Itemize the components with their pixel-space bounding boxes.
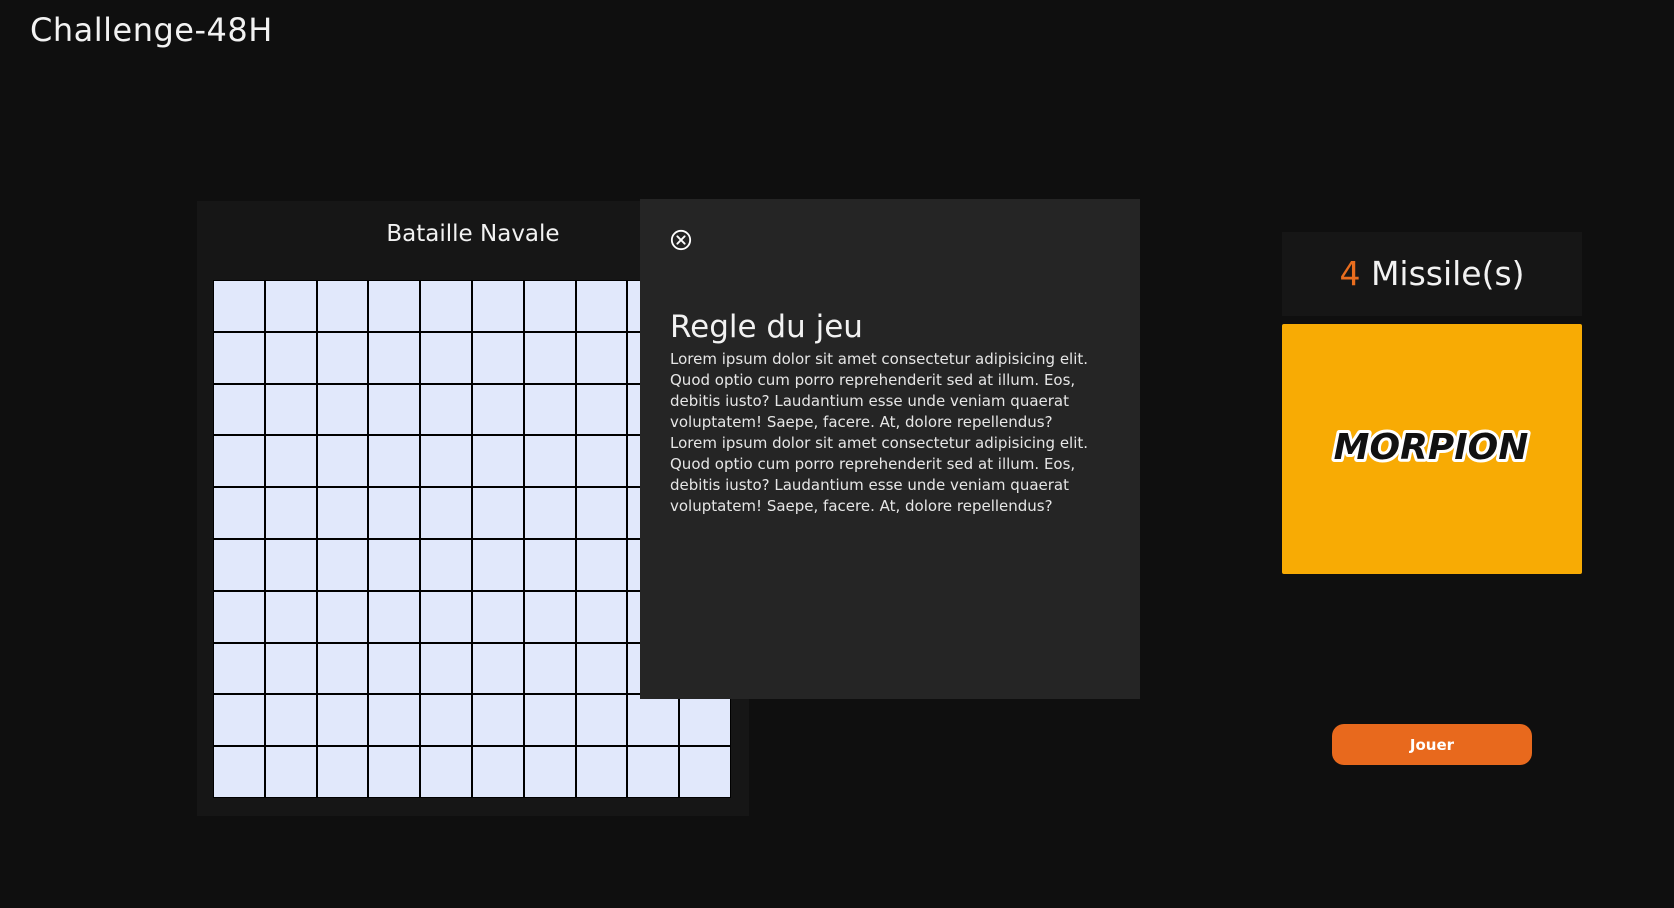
board-cell[interactable] xyxy=(317,436,368,487)
board-cell[interactable] xyxy=(214,591,264,642)
missiles-label: Missile(s) xyxy=(1370,254,1525,293)
board-cell[interactable] xyxy=(472,747,523,797)
board-cell[interactable] xyxy=(472,539,523,590)
board-cell[interactable] xyxy=(421,591,471,642)
board-cell[interactable] xyxy=(317,384,368,435)
board-cell[interactable] xyxy=(524,436,575,487)
board-cell[interactable] xyxy=(214,643,264,694)
board-cell[interactable] xyxy=(214,695,264,746)
board-cell[interactable] xyxy=(524,281,575,331)
board-cell[interactable] xyxy=(576,591,627,642)
board-cell[interactable] xyxy=(369,384,420,435)
board-cell[interactable] xyxy=(421,332,471,383)
board-cell[interactable] xyxy=(576,695,627,746)
rules-title: Regle du jeu xyxy=(670,309,863,345)
board-cell[interactable] xyxy=(472,643,523,694)
board-cell[interactable] xyxy=(472,488,523,538)
board-cell[interactable] xyxy=(421,281,471,331)
morpion-game-card[interactable]: MORPION MORPION xyxy=(1282,324,1582,574)
board-cell[interactable] xyxy=(265,384,316,435)
board-cell[interactable] xyxy=(214,539,264,590)
board-cell[interactable] xyxy=(472,332,523,383)
play-button[interactable]: Jouer xyxy=(1332,724,1532,765)
board-cell[interactable] xyxy=(317,643,368,694)
board-cell[interactable] xyxy=(524,488,575,538)
board-cell[interactable] xyxy=(421,436,471,487)
missiles-count: 4 xyxy=(1339,254,1361,293)
board-cell[interactable] xyxy=(472,695,523,746)
board-cell[interactable] xyxy=(214,384,264,435)
board-cell[interactable] xyxy=(317,539,368,590)
board-cell[interactable] xyxy=(265,643,316,694)
board-cell[interactable] xyxy=(369,643,420,694)
board-cell[interactable] xyxy=(576,436,627,487)
missiles-counter: 4 Missile(s) xyxy=(1282,232,1582,316)
board-cell[interactable] xyxy=(265,332,316,383)
board-cell[interactable] xyxy=(576,747,627,797)
board-cell[interactable] xyxy=(421,747,471,797)
board-cell[interactable] xyxy=(317,488,368,538)
board-cell[interactable] xyxy=(214,488,264,538)
board-cell[interactable] xyxy=(265,488,316,538)
board-cell[interactable] xyxy=(576,332,627,383)
board-cell[interactable] xyxy=(524,539,575,590)
board-cell[interactable] xyxy=(265,695,316,746)
board-cell[interactable] xyxy=(472,281,523,331)
board-cell[interactable] xyxy=(265,436,316,487)
board-cell[interactable] xyxy=(369,539,420,590)
board-cell[interactable] xyxy=(524,384,575,435)
rules-text: Lorem ipsum dolor sit amet consectetur a… xyxy=(670,349,1120,517)
board-cell[interactable] xyxy=(317,332,368,383)
board-cell[interactable] xyxy=(265,747,316,797)
board-cell[interactable] xyxy=(524,591,575,642)
board-cell[interactable] xyxy=(524,643,575,694)
board-cell[interactable] xyxy=(472,591,523,642)
board-cell[interactable] xyxy=(628,747,679,797)
rules-modal: Regle du jeu Lorem ipsum dolor sit amet … xyxy=(640,199,1140,699)
board-cell[interactable] xyxy=(265,281,316,331)
board-cell[interactable] xyxy=(369,695,420,746)
board-cell[interactable] xyxy=(421,488,471,538)
board-cell[interactable] xyxy=(576,281,627,331)
board-cell[interactable] xyxy=(472,436,523,487)
board-cell[interactable] xyxy=(369,281,420,331)
board-cell[interactable] xyxy=(265,591,316,642)
board-cell[interactable] xyxy=(214,747,264,797)
rules-paragraph: Lorem ipsum dolor sit amet consectetur a… xyxy=(670,434,1089,515)
board-cell[interactable] xyxy=(214,436,264,487)
board-cell[interactable] xyxy=(421,643,471,694)
board-cell[interactable] xyxy=(317,695,368,746)
board-cell[interactable] xyxy=(524,747,575,797)
board-cell[interactable] xyxy=(576,539,627,590)
board-cell[interactable] xyxy=(628,695,679,746)
board-cell[interactable] xyxy=(369,436,420,487)
board-cell[interactable] xyxy=(369,591,420,642)
board-cell[interactable] xyxy=(369,747,420,797)
board-cell[interactable] xyxy=(317,591,368,642)
board-cell[interactable] xyxy=(524,695,575,746)
app-title: Challenge-48H xyxy=(30,11,273,49)
board-cell[interactable] xyxy=(576,488,627,538)
board-cell[interactable] xyxy=(214,281,264,331)
board-cell[interactable] xyxy=(680,695,730,746)
board-cell[interactable] xyxy=(214,332,264,383)
board-cell[interactable] xyxy=(265,539,316,590)
board-cell[interactable] xyxy=(576,643,627,694)
board-cell[interactable] xyxy=(369,332,420,383)
board-cell[interactable] xyxy=(421,539,471,590)
board-cell[interactable] xyxy=(680,747,730,797)
svg-text:MORPION: MORPION xyxy=(1334,427,1529,468)
rules-paragraph: Lorem ipsum dolor sit amet consectetur a… xyxy=(670,350,1089,431)
board-cell[interactable] xyxy=(576,384,627,435)
board-cell[interactable] xyxy=(317,747,368,797)
board-cell[interactable] xyxy=(421,384,471,435)
morpion-logo: MORPION MORPION xyxy=(1331,424,1531,471)
board-cell[interactable] xyxy=(472,384,523,435)
board-cell[interactable] xyxy=(317,281,368,331)
close-circle-icon[interactable] xyxy=(670,229,692,251)
board-cell[interactable] xyxy=(421,695,471,746)
board-cell[interactable] xyxy=(369,488,420,538)
board-cell[interactable] xyxy=(524,332,575,383)
